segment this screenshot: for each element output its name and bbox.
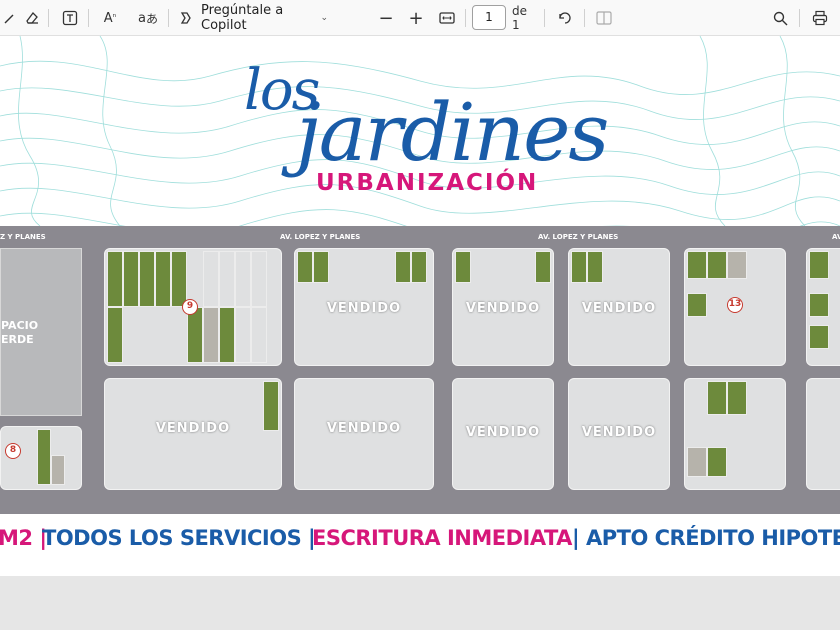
block: 13 <box>684 248 786 366</box>
block: 9 <box>104 248 282 366</box>
block-sold: VENDIDO <box>104 378 282 490</box>
toolbar-divider <box>88 9 89 27</box>
block <box>806 248 840 366</box>
zoom-out-icon[interactable]: − <box>376 6 396 30</box>
copilot-button[interactable]: Pregúntale a Copilot ⌄ <box>178 3 328 33</box>
fit-page-icon[interactable] <box>437 6 457 30</box>
rotate-icon[interactable] <box>555 6 575 30</box>
viewer-background <box>0 576 840 630</box>
brochure-header: los jardines URBANIZACIÓN <box>0 36 840 226</box>
vendido-label: VENDIDO <box>465 425 541 440</box>
block-sold: VENDIDO <box>294 248 434 366</box>
vendido-label: VENDIDO <box>465 301 541 316</box>
text-icon[interactable] <box>60 6 80 30</box>
logo-jardines: jardines <box>296 86 609 179</box>
toolbar-divider <box>544 9 545 27</box>
read-aloud-icon[interactable]: Aⁿ <box>100 6 120 30</box>
tagline-segment: M2 | <box>0 526 47 550</box>
street-label: AV. LOPEZ Y PLANES <box>280 233 361 241</box>
toolbar-divider <box>48 9 49 27</box>
block <box>806 378 840 490</box>
toolbar-divider <box>584 9 585 27</box>
block <box>684 378 786 490</box>
tagline-segment: ESCRITURA INMEDIATA <box>312 526 572 550</box>
vendido-label: VENDIDO <box>155 421 231 436</box>
block: 8 <box>0 426 82 490</box>
lot-marker[interactable]: 9 <box>182 299 198 315</box>
vendido-label: VENDIDO <box>326 301 402 316</box>
site-plan: Z Y PLANES AV. LOPEZ Y PLANES AV. LOPEZ … <box>0 226 840 514</box>
vendido-label: VENDIDO <box>326 421 402 436</box>
pdf-page: los jardines URBANIZACIÓN Z Y PLANES AV.… <box>0 36 840 576</box>
copilot-label: Pregúntale a Copilot <box>201 3 284 33</box>
block-sold: VENDIDO <box>452 378 554 490</box>
street-label: Z Y PLANES <box>0 233 46 241</box>
tagline-segment: | APTO CRÉDITO HIPOTE <box>572 526 840 550</box>
print-icon[interactable] <box>810 6 830 30</box>
eraser-icon[interactable] <box>22 6 42 30</box>
draw-icon[interactable] <box>0 6 20 30</box>
chevron-down-icon: ⌄ <box>320 13 328 23</box>
vendido-label: VENDIDO <box>581 301 657 316</box>
espacio-verde: PACIO ERDE <box>0 248 82 416</box>
toolbar-divider <box>465 9 466 27</box>
two-page-icon[interactable] <box>594 6 614 30</box>
zoom-in-icon[interactable]: + <box>406 6 426 30</box>
page-total: de 1 <box>512 4 527 32</box>
search-icon[interactable] <box>770 6 790 30</box>
vendido-label: VENDIDO <box>581 425 657 440</box>
espacio-label: PACIO <box>1 319 39 332</box>
pdf-toolbar: Aⁿ aあ Pregúntale a Copilot ⌄ − + 1 de 1 <box>0 0 840 36</box>
copilot-icon <box>178 10 194 26</box>
street-label: AV. LOPEZ Y PLANES <box>538 233 619 241</box>
block-sold: VENDIDO <box>568 248 670 366</box>
lot-marker[interactable]: 13 <box>727 297 743 313</box>
espacio-label: ERDE <box>1 333 34 346</box>
street-label: AV. <box>832 233 840 241</box>
lot-marker[interactable]: 8 <box>5 443 21 459</box>
toolbar-divider <box>799 9 800 27</box>
logo-urbanizacion: URBANIZACIÓN <box>316 170 539 196</box>
block-sold: VENDIDO <box>452 248 554 366</box>
toolbar-divider <box>168 9 169 27</box>
page-number-input[interactable]: 1 <box>472 5 506 30</box>
block-sold: VENDIDO <box>294 378 434 490</box>
tagline-segment: TODOS LOS SERVICIOS | <box>42 526 316 550</box>
brochure-footer: M2 | TODOS LOS SERVICIOS | ESCRITURA INM… <box>0 514 840 576</box>
translate-icon[interactable]: aあ <box>138 6 158 30</box>
block-sold: VENDIDO <box>568 378 670 490</box>
